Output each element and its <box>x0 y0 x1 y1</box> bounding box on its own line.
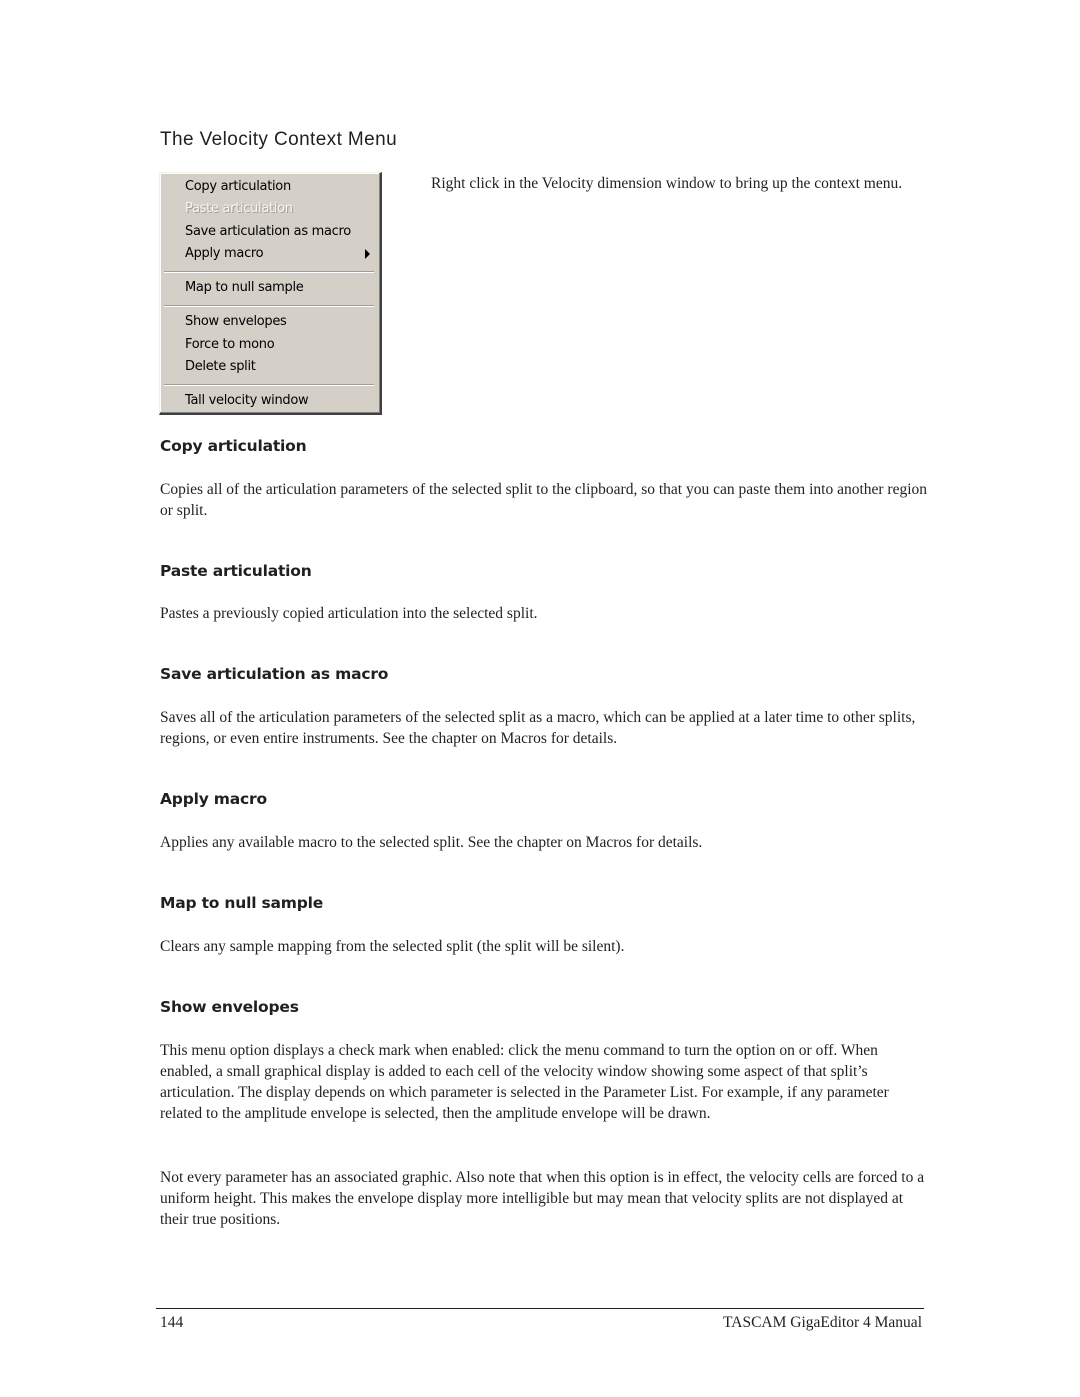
menu-separator <box>164 384 374 386</box>
section-heading-show-envelopes: Show envelopes <box>160 998 299 1016</box>
menu-separator <box>164 305 374 307</box>
intro-text: Right click in the Velocity dimension wi… <box>431 175 903 192</box>
menu-item-save-articulation-as-macro[interactable]: Save articulation as macro <box>185 222 372 242</box>
menu-item-tall-velocity-window[interactable]: Tall velocity window <box>185 391 372 411</box>
menu-item-paste-articulation: Paste articulation <box>185 199 372 219</box>
section-body-copy-articulation: Copies all of the articulation parameter… <box>160 481 928 519</box>
section-heading-paste-articulation: Paste articulation <box>160 562 312 580</box>
section-body-show-envelopes-note: Not every parameter has an associated gr… <box>160 1169 925 1228</box>
section-heading-apply-macro: Apply macro <box>160 790 267 808</box>
section-body-show-envelopes: This menu option displays a check mark w… <box>160 1042 889 1122</box>
footer-manual-title: TASCAM GigaEditor 4 Manual <box>723 1314 922 1331</box>
section-body-apply-macro: Applies any available macro to the selec… <box>160 834 703 851</box>
menu-item-label: Force to mono <box>185 337 275 352</box>
menu-item-apply-macro[interactable]: Apply macro <box>185 244 372 264</box>
menu-item-label: Paste articulation <box>185 201 293 216</box>
menu-item-delete-split[interactable]: Delete split <box>185 357 372 377</box>
menu-item-copy-articulation[interactable]: Copy articulation <box>185 177 372 197</box>
menu-item-label: Show envelopes <box>185 314 287 329</box>
footer-page-number: 144 <box>160 1314 184 1331</box>
section-heading-map-to-null-sample: Map to null sample <box>160 894 324 912</box>
menu-item-label: Delete split <box>185 359 256 374</box>
footer-divider <box>156 1308 924 1309</box>
menu-item-label: Tall velocity window <box>185 393 309 408</box>
triangle-right-icon <box>365 249 370 259</box>
menu-item-map-to-null-sample[interactable]: Map to null sample <box>185 278 372 298</box>
menu-item-force-to-mono[interactable]: Force to mono <box>185 335 372 355</box>
section-heading-save-articulation-as-macro: Save articulation as macro <box>160 665 389 683</box>
section-body-map-to-null-sample: Clears any sample mapping from the selec… <box>160 938 625 955</box>
velocity-context-menu: Copy articulation Paste articulation Sav… <box>159 172 382 415</box>
menu-item-label: Copy articulation <box>185 179 291 194</box>
menu-item-label: Save articulation as macro <box>185 224 351 239</box>
section-body-save-articulation-as-macro: Saves all of the articulation parameters… <box>160 709 916 747</box>
page-title: The Velocity Context Menu <box>160 129 398 150</box>
menu-item-show-envelopes[interactable]: Show envelopes <box>185 312 372 332</box>
menu-item-label: Map to null sample <box>185 280 304 295</box>
section-heading-copy-articulation: Copy articulation <box>160 437 307 455</box>
section-body-paste-articulation: Pastes a previously copied articulation … <box>160 605 538 622</box>
menu-item-label: Apply macro <box>185 246 264 261</box>
menu-separator <box>164 271 374 273</box>
